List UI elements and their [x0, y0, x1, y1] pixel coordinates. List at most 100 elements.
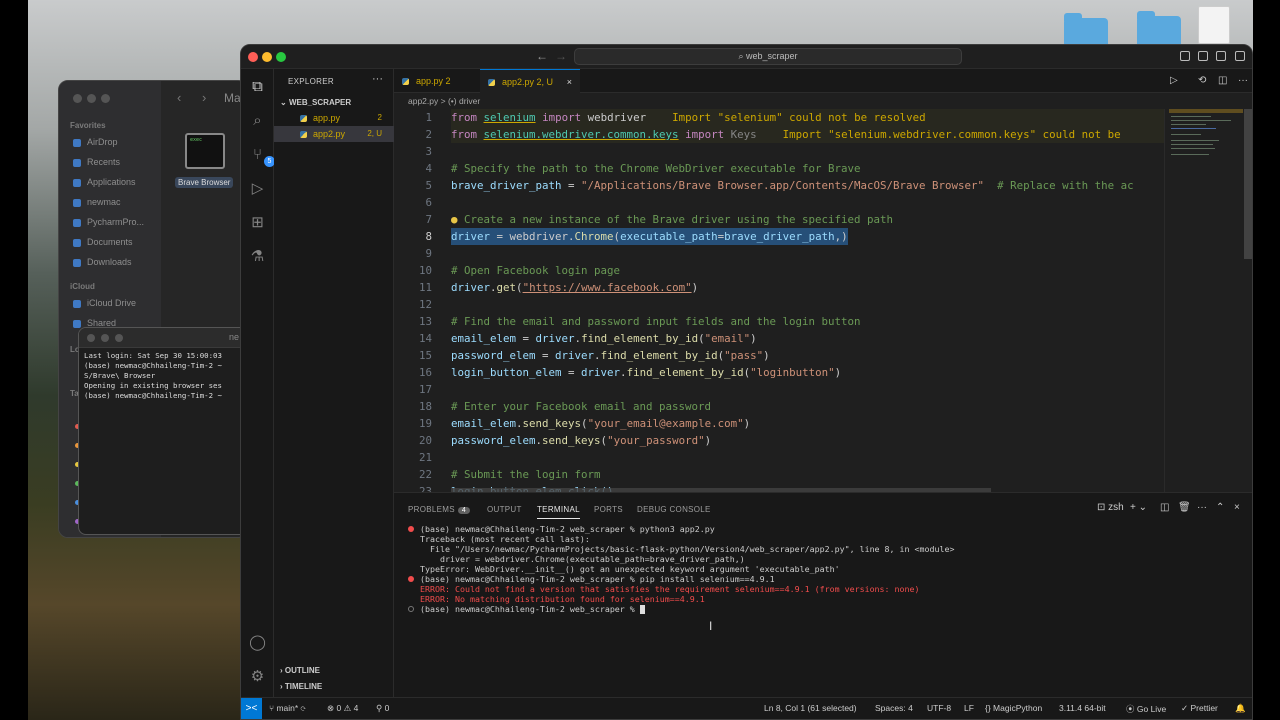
minimap[interactable]: [1164, 109, 1243, 492]
panel-tab-terminal[interactable]: TERMINAL: [537, 505, 580, 519]
terminal-line: (base) newmac@Chhaileng-Tim-2 web_scrape…: [408, 604, 645, 614]
run-python-icon[interactable]: ▷: [1170, 75, 1178, 86]
command-failed-icon[interactable]: [408, 526, 414, 532]
problems-status[interactable]: ⊗ 0 ⚠ 4: [327, 703, 358, 714]
finder-forward-icon[interactable]: ›: [202, 90, 206, 105]
explorer-more-icon[interactable]: ···: [372, 73, 383, 85]
line-number: 22: [418, 468, 432, 481]
timeline-section[interactable]: › TIMELINE: [280, 682, 322, 691]
workspace-folder[interactable]: ⌄ WEB_SCRAPER: [280, 98, 351, 107]
finder-back-icon[interactable]: ‹: [177, 90, 181, 105]
toggle-sidebar-icon[interactable]: [1180, 51, 1190, 61]
code-line: 10 # Open Facebook login page: [394, 262, 1164, 279]
breadcrumb-file[interactable]: app2.py: [408, 96, 438, 106]
command-idle-icon[interactable]: [408, 606, 414, 612]
brave-browser-file-icon[interactable]: exec: [185, 133, 225, 169]
outline-section[interactable]: › OUTLINE: [280, 666, 320, 675]
remote-indicator-icon[interactable]: ><: [241, 698, 262, 719]
terminal-zoom-button[interactable]: [115, 334, 123, 342]
python-interpreter[interactable]: 3.11.4 64-bit: [1059, 703, 1106, 713]
notifications-bell-icon[interactable]: 🔔: [1235, 703, 1246, 714]
line-number: 3: [425, 145, 432, 158]
finder-zoom-button[interactable]: [101, 94, 110, 103]
file-item-app2-py[interactable]: app2.py 2, U: [274, 126, 394, 142]
close-button[interactable]: [248, 52, 258, 62]
breadcrumb-symbol[interactable]: driver: [459, 96, 480, 106]
encoding-status[interactable]: UTF-8: [927, 703, 951, 713]
panel-tab-debug-console[interactable]: DEBUG CONSOLE: [637, 505, 711, 514]
source-control-icon[interactable]: ⑂ 5: [248, 145, 275, 167]
search-icon[interactable]: ⌕: [248, 111, 267, 130]
file-item-app-py[interactable]: app.py 2: [274, 110, 394, 126]
zoom-button[interactable]: [276, 52, 286, 62]
shell-name: zsh: [1108, 502, 1124, 513]
tab-close-icon[interactable]: ×: [567, 70, 572, 94]
customize-layout-icon[interactable]: [1235, 51, 1245, 61]
line-number: 17: [418, 383, 432, 396]
indentation-status[interactable]: Spaces: 4: [875, 703, 913, 713]
favorite-item-icon: [73, 239, 81, 247]
code-editor[interactable]: 1 from selenium import webdriver Import "…: [394, 109, 1164, 492]
command-failed-icon[interactable]: [408, 576, 414, 582]
code-text: brave_driver_path = "/Applications/Brave…: [451, 179, 1134, 192]
split-editor-icon[interactable]: ◫: [1218, 75, 1227, 86]
code-line: 12: [394, 296, 1164, 313]
explorer-icon[interactable]: ⧉: [248, 77, 267, 96]
branch-status[interactable]: ⑂ main* ⟳: [269, 703, 306, 713]
toggle-secondary-sidebar-icon[interactable]: [1216, 51, 1226, 61]
command-center-search[interactable]: ⌕ web_scraper: [574, 48, 962, 65]
finder-sidebar-item[interactable]: Downloads: [87, 257, 132, 267]
favorite-item-icon: [73, 259, 81, 267]
tab-app2-py[interactable]: app2.py 2, U ×: [480, 69, 580, 93]
extensions-icon[interactable]: ⊞: [248, 213, 267, 232]
maximize-panel-icon[interactable]: ⌃: [1216, 502, 1224, 513]
back-arrow-icon[interactable]: ←: [536, 49, 548, 63]
variable-symbol-icon: (•): [447, 96, 457, 106]
open-changes-icon[interactable]: ⟲: [1198, 75, 1206, 86]
finder-sidebar-item[interactable]: Recents: [87, 157, 120, 167]
python-file-icon: [300, 115, 307, 122]
finder-sidebar-item[interactable]: AirDrop: [87, 137, 118, 147]
finder-sidebar-item[interactable]: Applications: [87, 177, 136, 187]
split-terminal-icon[interactable]: ◫: [1160, 502, 1169, 513]
minimize-button[interactable]: [262, 52, 272, 62]
accounts-icon[interactable]: ◯: [248, 633, 267, 652]
finder-sidebar-item[interactable]: iCloud Drive: [87, 298, 136, 308]
terminal-line-text: driver = webdriver.Chrome(executable_pat…: [420, 554, 745, 564]
editor-vertical-scrollbar[interactable]: [1244, 109, 1252, 259]
file-status: 2: [377, 113, 382, 122]
go-live-button[interactable]: ⦿ Go Live: [1126, 703, 1166, 715]
eol-status[interactable]: LF: [964, 703, 974, 713]
panel-more-icon[interactable]: ···: [1197, 502, 1207, 513]
prettier-status[interactable]: ✓ Prettier: [1181, 703, 1218, 714]
finder-sidebar-item[interactable]: PycharmPro...: [87, 217, 144, 227]
toggle-panel-icon[interactable]: [1198, 51, 1208, 61]
lightbulb-icon[interactable]: ●: [451, 213, 458, 226]
close-panel-icon[interactable]: ×: [1234, 502, 1240, 513]
settings-gear-icon[interactable]: ⚙: [248, 667, 267, 686]
background-terminal-window[interactable]: ne Last login: Sat Sep 30 15:00:03 (base)…: [78, 327, 248, 535]
language-mode[interactable]: {} MagicPython: [985, 703, 1042, 713]
desktop-document-icon[interactable]: [1198, 6, 1230, 44]
vscode-window[interactable]: ← → ⌕ web_scraper ⧉ ⌕ ⑂ 5 ▷ ⊞ ⚗ ◯ ⚙ EXPLO…: [240, 44, 1253, 720]
kill-terminal-icon[interactable]: 🗑: [1178, 502, 1191, 513]
terminal-shell-selector[interactable]: ⊡ zsh: [1097, 502, 1124, 513]
finder-sidebar-item[interactable]: Documents: [87, 237, 133, 247]
finder-sidebar-item[interactable]: newmac: [87, 197, 121, 207]
terminal-minimize-button[interactable]: [101, 334, 109, 342]
panel-tab-output[interactable]: OUTPUT: [487, 505, 522, 514]
tab-app-py[interactable]: app.py 2: [394, 69, 474, 93]
testing-icon[interactable]: ⚗: [248, 247, 267, 266]
finder-close-button[interactable]: [73, 94, 82, 103]
cursor-position[interactable]: Ln 8, Col 1 (61 selected): [764, 703, 857, 713]
brave-browser-file-label[interactable]: Brave Browser: [175, 177, 234, 188]
finder-minimize-button[interactable]: [87, 94, 96, 103]
new-terminal-icon[interactable]: + ⌄: [1130, 502, 1147, 513]
forward-arrow-icon[interactable]: →: [555, 49, 567, 63]
panel-tab-problems[interactable]: PROBLEMS 4: [408, 505, 471, 514]
ports-status[interactable]: ⚲ 0: [376, 703, 389, 714]
terminal-close-button[interactable]: [87, 334, 95, 342]
run-debug-icon[interactable]: ▷: [248, 179, 267, 198]
panel-tab-ports[interactable]: PORTS: [594, 505, 623, 514]
editor-more-icon[interactable]: ···: [1238, 75, 1248, 86]
